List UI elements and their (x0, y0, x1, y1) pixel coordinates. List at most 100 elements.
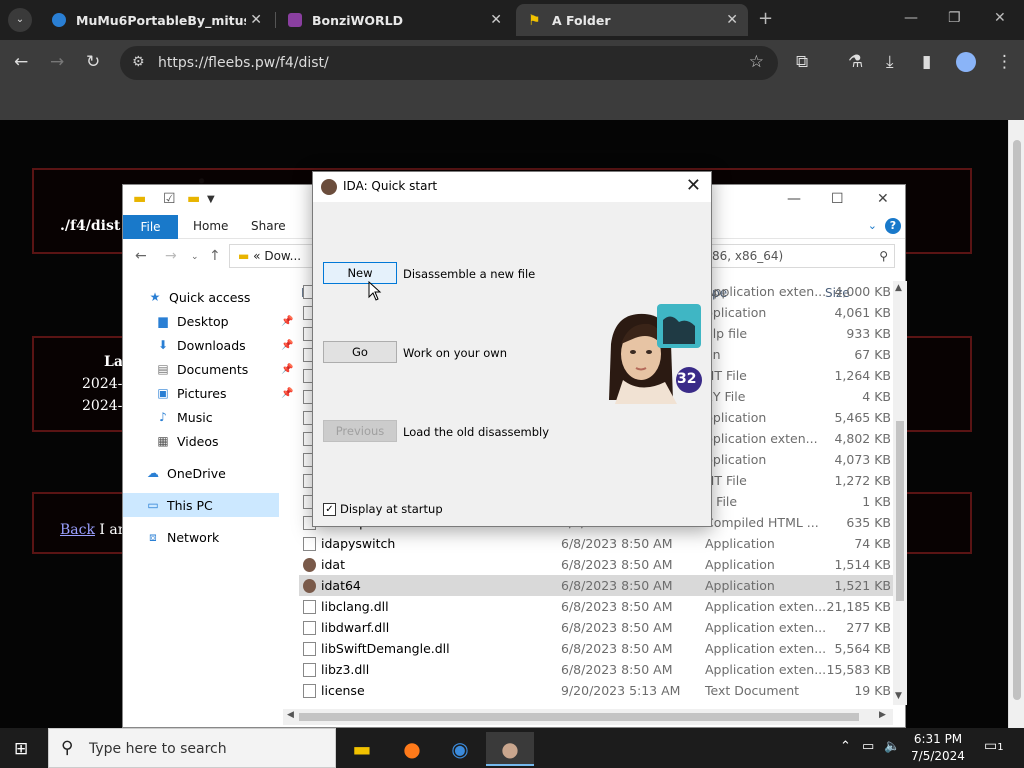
tab-close-icon[interactable]: ✕ (726, 12, 738, 28)
file-list-hscrollbar[interactable]: ◀ ▶ (283, 709, 893, 725)
taskbar-search[interactable]: ⚲ Type here to search (48, 728, 336, 768)
taskbar-ida-icon[interactable]: ● (486, 732, 534, 766)
explorer-maximize-icon[interactable]: ☐ (831, 191, 844, 207)
taskbar-clock[interactable]: 6:31 PM 7/5/2024 (906, 731, 970, 765)
file-date: 6/8/2023 8:50 AM (561, 578, 673, 593)
help-icon[interactable]: ? (885, 218, 901, 234)
download-icon[interactable]: ⤓ (886, 52, 894, 72)
taskbar-firefox-icon[interactable]: ● (388, 732, 436, 766)
file-row[interactable]: libdwarf.dll 6/8/2023 8:50 AM Application … (299, 617, 893, 638)
reload-icon[interactable]: ↻ (86, 52, 100, 72)
file-row[interactable]: idapyswitch 6/8/2023 8:50 AM Application 74… (299, 533, 893, 554)
minimize-icon[interactable]: — (904, 10, 918, 26)
ribbon-file-tab[interactable]: File (123, 215, 178, 239)
file-type: Application (705, 536, 775, 551)
explorer-back-icon[interactable]: ← (135, 248, 147, 264)
page-scroll-thumb[interactable] (1013, 140, 1021, 700)
pictures-icon: ▣ (157, 386, 169, 400)
file-row[interactable]: idat64 6/8/2023 8:50 AM Application 1,521 K… (299, 575, 893, 596)
bookmark-star-icon[interactable]: ☆ (749, 52, 764, 72)
properties-icon[interactable]: ☑ (163, 191, 176, 207)
file-size: 4 KB (862, 389, 891, 404)
scroll-left-icon[interactable]: ◀ (287, 710, 294, 720)
checkbox-checked-icon[interactable]: ✓ (323, 502, 336, 516)
file-size: 1 KB (862, 494, 891, 509)
nav-downloads[interactable]: ⬇ Downloads 📌 (155, 333, 293, 357)
recent-locations-icon[interactable]: ⌄ (191, 252, 199, 262)
up-arrow-icon[interactable]: ↑ (209, 248, 221, 264)
address-folder-icon: ▬ (238, 249, 250, 263)
forward-arrow-icon[interactable]: → (50, 52, 64, 72)
explorer-forward-icon[interactable]: → (165, 248, 177, 264)
explorer-search-input[interactable]: 86, x86_64) ⚲ (699, 244, 895, 268)
file-size: 67 KB (854, 347, 891, 362)
scroll-right-icon[interactable]: ▶ (879, 710, 886, 720)
new-tab-button[interactable]: + (758, 8, 773, 29)
file-row[interactable]: libz3.dll 6/8/2023 8:50 AM Application ext… (299, 659, 893, 680)
tab-search-button[interactable]: ⌄ (8, 8, 32, 32)
tab-close-icon[interactable]: ✕ (490, 12, 502, 28)
notification-center-icon[interactable]: ▭1 (984, 738, 1004, 754)
file-type: pplication (705, 452, 767, 467)
back-arrow-icon[interactable]: ← (14, 52, 28, 72)
address-bar[interactable]: ⚙ https://fleebs.pw/f4/dist/ ☆ (120, 46, 778, 80)
new-button[interactable]: New (323, 262, 397, 284)
network-tray-icon[interactable]: ▭ (862, 739, 874, 754)
volume-muted-icon[interactable]: 🔈 (884, 739, 900, 754)
more-menu-icon[interactable]: ⋮ (996, 52, 1013, 72)
nav-network[interactable]: ⧈ Network (145, 525, 219, 549)
nav-desktop[interactable]: ▆ Desktop 📌 (155, 309, 293, 333)
dialog-close-icon[interactable]: ✕ (686, 175, 701, 196)
new-folder-icon[interactable]: ▬ (187, 191, 200, 207)
nav-onedrive[interactable]: ☁ OneDrive (145, 461, 226, 485)
explorer-close-icon[interactable]: ✕ (877, 191, 889, 207)
file-icon (303, 537, 316, 551)
taskbar-chrome-icon[interactable]: ◉ (436, 732, 484, 766)
site-info-icon[interactable]: ⚙ (132, 54, 145, 70)
extensions-icon[interactable]: ⧉ (796, 52, 808, 72)
nav-this-pc[interactable]: ▭ This PC (123, 493, 279, 517)
ribbon-home-tab[interactable]: Home (193, 219, 228, 233)
taskbar: ⊞ ⚲ Type here to search ▬ ● ◉ ● ⌃ ▭ 🔈 6:… (0, 728, 1024, 768)
scroll-down-icon[interactable]: ▼ (895, 691, 902, 701)
windows-start-icon[interactable]: ⊞ (14, 739, 28, 759)
go-button[interactable]: Go (323, 341, 397, 363)
page-scrollbar[interactable] (1008, 120, 1024, 728)
file-list-scrollbar[interactable]: ▲ ▼ (893, 281, 907, 705)
star-icon: ★ (149, 290, 161, 304)
file-row[interactable]: idat 6/8/2023 8:50 AM Application 1,514 KB (299, 554, 893, 575)
tab-mumu[interactable]: MuMu6PortableBy_mitusovk9 ✕ (40, 4, 272, 36)
file-row[interactable]: license 9/20/2023 5:13 AM Text Document 19 … (299, 680, 893, 701)
customize-dropdown-icon[interactable]: ▼ (207, 194, 215, 205)
restore-icon[interactable]: ❐ (948, 10, 961, 26)
file-row[interactable]: libclang.dll 6/8/2023 8:50 AM Application … (299, 596, 893, 617)
scroll-up-icon[interactable]: ▲ (895, 283, 902, 293)
explorer-minimize-icon[interactable]: — (787, 191, 801, 207)
edge-icon (52, 13, 66, 27)
nav-documents[interactable]: ▤ Documents 📌 (155, 357, 293, 381)
side-panel-icon[interactable]: ▮ (922, 52, 931, 72)
profile-avatar[interactable] (956, 52, 976, 72)
ribbon-expand-icon[interactable]: ⌄ (868, 219, 877, 232)
nav-music[interactable]: ♪ Music (155, 405, 212, 429)
file-size: 1,264 KB (834, 368, 891, 383)
tray-overflow-icon[interactable]: ⌃ (840, 739, 851, 754)
file-date: 6/8/2023 8:50 AM (561, 557, 673, 572)
nav-pictures[interactable]: ▣ Pictures 📌 (155, 381, 293, 405)
file-list-scroll-thumb[interactable] (896, 421, 904, 601)
download-icon: ⬇ (157, 338, 169, 352)
taskbar-explorer-icon[interactable]: ▬ (338, 732, 386, 766)
tab-a-folder[interactable]: ⚑ A Folder ✕ (516, 4, 748, 36)
close-icon[interactable]: ✕ (994, 10, 1006, 26)
display-at-startup-checkbox[interactable]: ✓ Display at startup (323, 502, 443, 516)
file-list-hscroll-thumb[interactable] (299, 713, 859, 721)
back-link[interactable]: Back (60, 522, 95, 538)
file-row[interactable]: libSwiftDemangle.dll 6/8/2023 8:50 AM Appl… (299, 638, 893, 659)
tab-bonziworld[interactable]: BonziWORLD ✕ (276, 4, 512, 36)
tab-close-icon[interactable]: ✕ (250, 12, 262, 28)
ribbon-share-tab[interactable]: Share (251, 219, 286, 233)
previous-button[interactable]: Previous (323, 420, 397, 442)
nav-videos[interactable]: ▦ Videos (155, 429, 218, 453)
labs-flask-icon[interactable]: ⚗ (848, 52, 863, 72)
nav-quick-access[interactable]: ★ Quick access (147, 285, 251, 309)
